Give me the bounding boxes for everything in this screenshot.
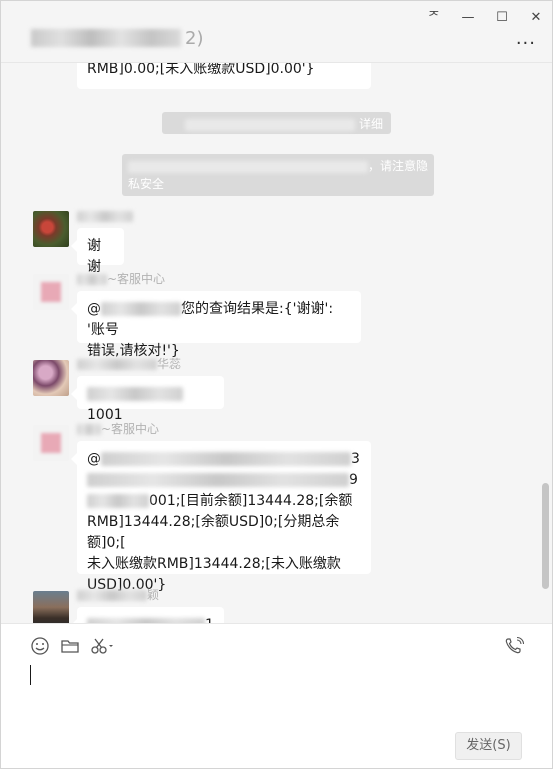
scissors-icon[interactable] [90,636,116,656]
close-button[interactable]: ✕ [522,7,550,29]
sender-name: ~客服中心 [77,272,165,286]
minimize-button[interactable]: — [454,7,482,29]
message-line: RMB]13444.28;[余额USD]0;[分期总余额]0;[ [87,514,340,551]
message-list[interactable]: RMB]0.00;[未入账缴款USD]0.00'} 详细 ，请注意隐 私安全 谢… [1,63,552,623]
redacted-text [87,473,349,487]
system-message-link[interactable]: 详细 [359,117,383,131]
redacted-text [77,211,133,222]
message-bubble[interactable]: 1001 [71,376,224,423]
avatar[interactable] [33,425,69,461]
redacted-title [31,29,181,47]
sender-name-text: ~客服中心 [107,272,166,286]
message-text: 谢谢 [87,238,101,275]
redacted-text [87,387,183,401]
redacted-text [185,118,356,131]
message-bubble[interactable]: 1 [71,607,224,623]
message-bubble[interactable]: RMB]0.00;[未入账缴款USD]0.00'} [77,63,371,89]
sender-name: 颖 [77,588,159,602]
redacted-text [77,359,157,370]
sender-name-text: 华蕊 [157,357,182,371]
sender-name: ~客服中心 [77,422,159,436]
message-input[interactable]: 发送(S) [1,663,552,768]
avatar[interactable] [33,360,69,396]
message-bubble[interactable]: @ 您的查询结果是:{'谢谢': '账号 错误,请核对!'} [71,291,361,359]
avatar[interactable] [33,274,69,310]
pin-icon[interactable]: ᅎ [420,7,448,29]
chat-title-count: 2) [185,27,204,49]
message-text: 001;[目前余额]13444.28;[余额 [149,493,353,509]
sender-name-text: 颖 [147,588,160,602]
redacted-text [77,424,101,435]
message-line: @ 您的查询结果是:{'谢谢': '账号 [87,299,351,341]
system-message: ，请注意隐 私安全 [122,154,434,196]
voice-call-icon[interactable] [504,636,525,656]
mention-symbol: @ [87,301,101,317]
smiley-icon[interactable] [30,636,50,656]
redacted-text [77,274,107,285]
folder-icon[interactable] [60,636,80,656]
message-text: 9 [349,472,358,488]
text-caret [30,665,31,685]
avatar[interactable] [33,211,69,247]
message-line: @3 [87,449,361,470]
message-line: 9 [87,470,361,491]
sender-name-text: ~客服中心 [101,422,160,436]
send-button[interactable]: 发送(S) [455,732,522,760]
sender-name [77,209,133,223]
redacted-text [87,494,149,508]
redacted-text [101,302,181,316]
avatar-image [41,282,61,302]
message-line: 未入账缴款RMB]13444.28;[未入账缴款 [87,556,341,572]
redacted-text [128,160,368,173]
message-text: 3 [351,451,360,467]
mention-symbol: @ [87,451,101,467]
avatar[interactable] [33,591,69,623]
message-text: RMB]0.00;[未入账缴款USD]0.00'} [87,63,315,77]
message-bubble[interactable]: 谢谢 [71,228,124,275]
message-bubble[interactable]: @3 9 001;[目前余额]13444.28;[余额 RMB]13444.28… [71,441,371,593]
chat-window: ᅎ — ☐ ✕ 2) ··· RMB]0.00;[未入账缴款USD]0.00'}… [0,0,553,769]
chat-title: 2) [31,27,203,49]
system-message-line: ，请注意隐 [128,157,428,175]
system-message-line: 私安全 [128,177,165,191]
message-line: 001;[目前余额]13444.28;[余额 [87,491,361,512]
scrollbar-thumb[interactable] [542,483,549,589]
message-text: 1001 [87,407,123,423]
input-toolbar [1,623,552,663]
more-options-button[interactable]: ··· [516,33,536,54]
maximize-button[interactable]: ☐ [488,7,516,29]
redacted-text [77,590,147,601]
system-message: 详细 [162,112,391,134]
sender-name: 华蕊 [77,357,181,371]
title-bar: ᅎ — ☐ ✕ 2) ··· [1,1,552,63]
system-message-text: ，请注意隐 [368,159,429,173]
avatar-image [41,433,61,453]
redacted-text [101,452,351,466]
